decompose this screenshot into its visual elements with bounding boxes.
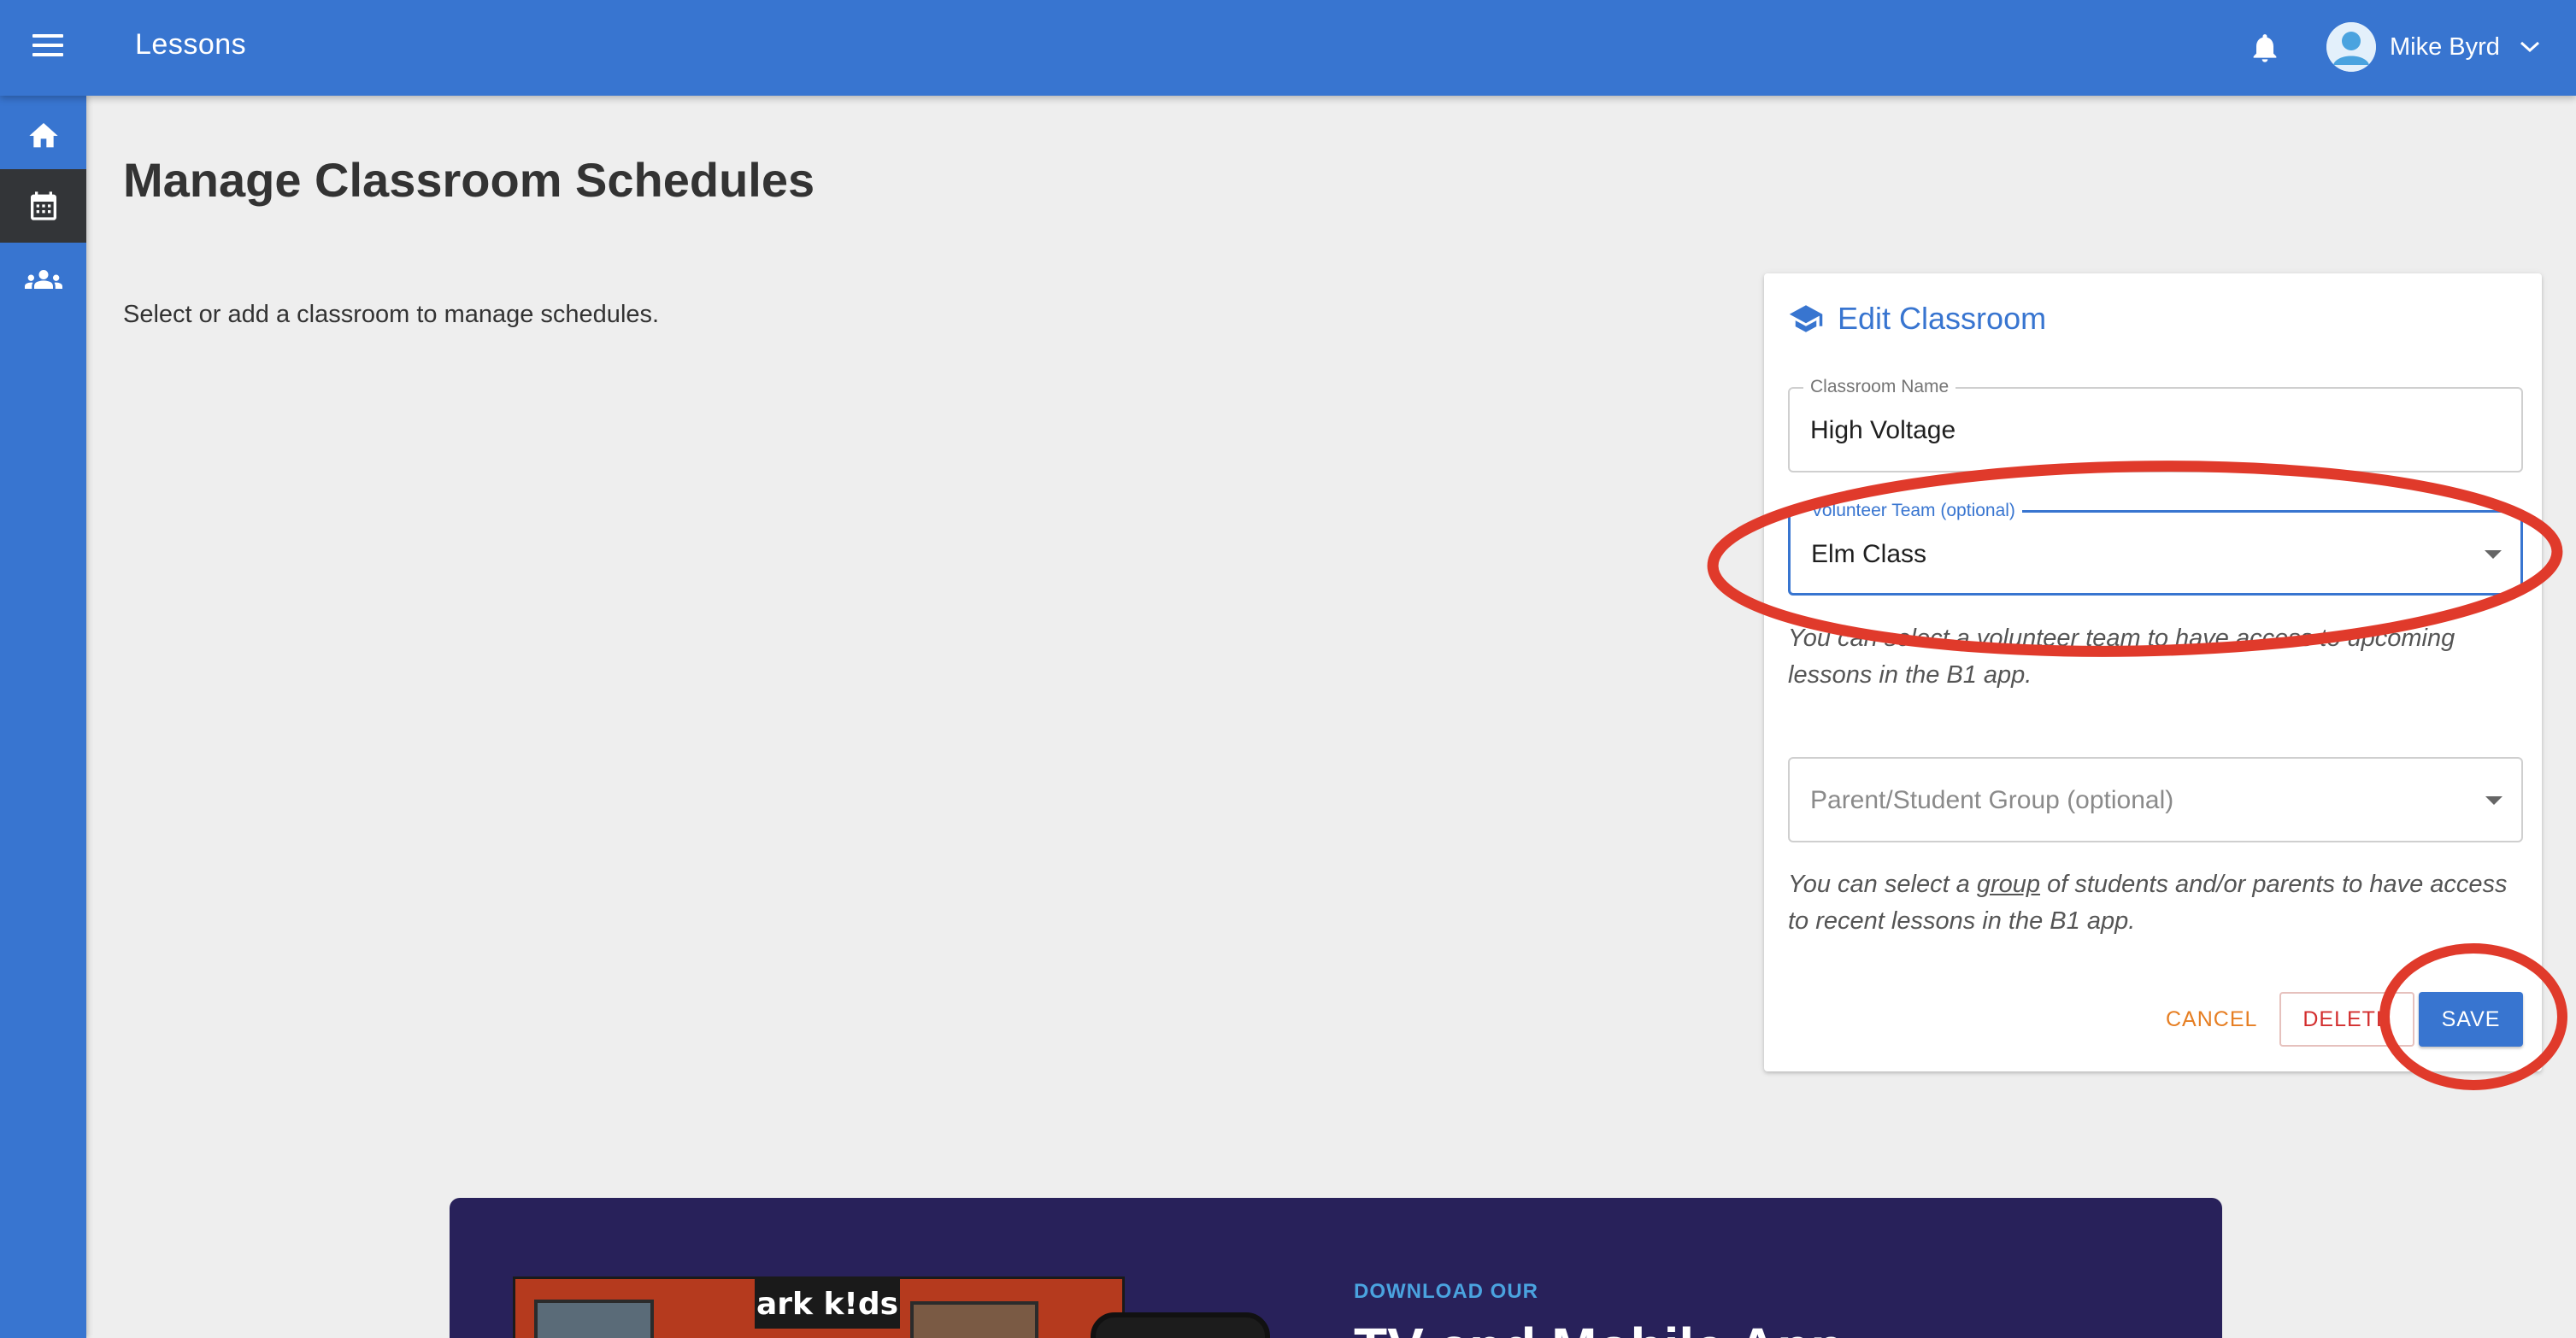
menu-icon[interactable] xyxy=(32,34,63,60)
delete-button[interactable]: DELETE xyxy=(2279,992,2414,1047)
card-title: Edit Classroom xyxy=(1838,301,2047,336)
sidebar-item-schedules[interactable] xyxy=(0,169,86,243)
classroom-name-field[interactable]: Classroom Name High Voltage xyxy=(1788,377,2523,472)
parent-student-group-select[interactable]: Parent/Student Group (optional) xyxy=(1788,757,2523,842)
people-icon xyxy=(24,270,62,289)
volunteer-team-label: Volunteer Team (optional) xyxy=(1804,501,2022,521)
promo-image: ark k!ds xyxy=(513,1276,1125,1338)
phone-image xyxy=(1091,1312,1270,1338)
home-icon xyxy=(28,123,58,148)
classroom-name-value: High Voltage xyxy=(1810,416,1956,444)
sidebar xyxy=(0,96,86,1338)
group-link[interactable]: group xyxy=(1977,871,2040,898)
app-title: Lessons xyxy=(135,28,247,61)
volunteer-team-help: You can select a volunteer team to have … xyxy=(1788,620,2532,694)
user-menu[interactable]: Mike Byrd xyxy=(2326,21,2541,73)
edit-classroom-card: Edit Classroom Classroom Name High Volta… xyxy=(1764,273,2542,1071)
volunteer-help-text: You can select a xyxy=(1788,625,1977,652)
promo-banner: ark k!ds DOWNLOAD OUR TV and Mobile App xyxy=(450,1198,2222,1338)
cancel-button[interactable]: CANCEL xyxy=(2154,992,2269,1047)
group-help: You can select a group of students and/o… xyxy=(1788,866,2532,940)
dropdown-arrow-icon xyxy=(2485,550,2502,559)
sidebar-item-people[interactable] xyxy=(0,243,86,316)
promo-headline: TV and Mobile App xyxy=(1354,1316,1844,1338)
bell-icon[interactable] xyxy=(2248,29,2282,67)
volunteer-team-select[interactable]: Volunteer Team (optional) Elm Class xyxy=(1788,501,2523,596)
save-button[interactable]: SAVE xyxy=(2419,992,2523,1047)
chevron-down-icon xyxy=(2520,41,2539,53)
dropdown-arrow-icon xyxy=(2485,796,2502,805)
volunteer-team-value: Elm Class xyxy=(1811,540,1927,568)
user-name: Mike Byrd xyxy=(2390,32,2500,61)
volunteer-team-link[interactable]: volunteer team xyxy=(1977,625,2141,652)
page-title: Manage Classroom Schedules xyxy=(123,153,815,207)
page-hint: Select or add a classroom to manage sche… xyxy=(123,301,660,328)
avatar xyxy=(2326,22,2376,72)
graduation-cap-icon xyxy=(1789,305,1823,332)
classroom-name-label: Classroom Name xyxy=(1803,377,1956,397)
calendar-icon xyxy=(30,191,56,220)
group-placeholder: Parent/Student Group (optional) xyxy=(1810,786,2174,814)
promo-kicker: DOWNLOAD OUR xyxy=(1354,1280,1538,1303)
ark-kids-logo: ark k!ds xyxy=(755,1279,900,1329)
group-help-text: You can select a xyxy=(1788,871,1977,898)
sidebar-item-home[interactable] xyxy=(0,99,86,173)
top-app-bar: Lessons Mike Byrd xyxy=(0,0,2576,96)
card-header: Edit Classroom xyxy=(1788,301,2046,337)
